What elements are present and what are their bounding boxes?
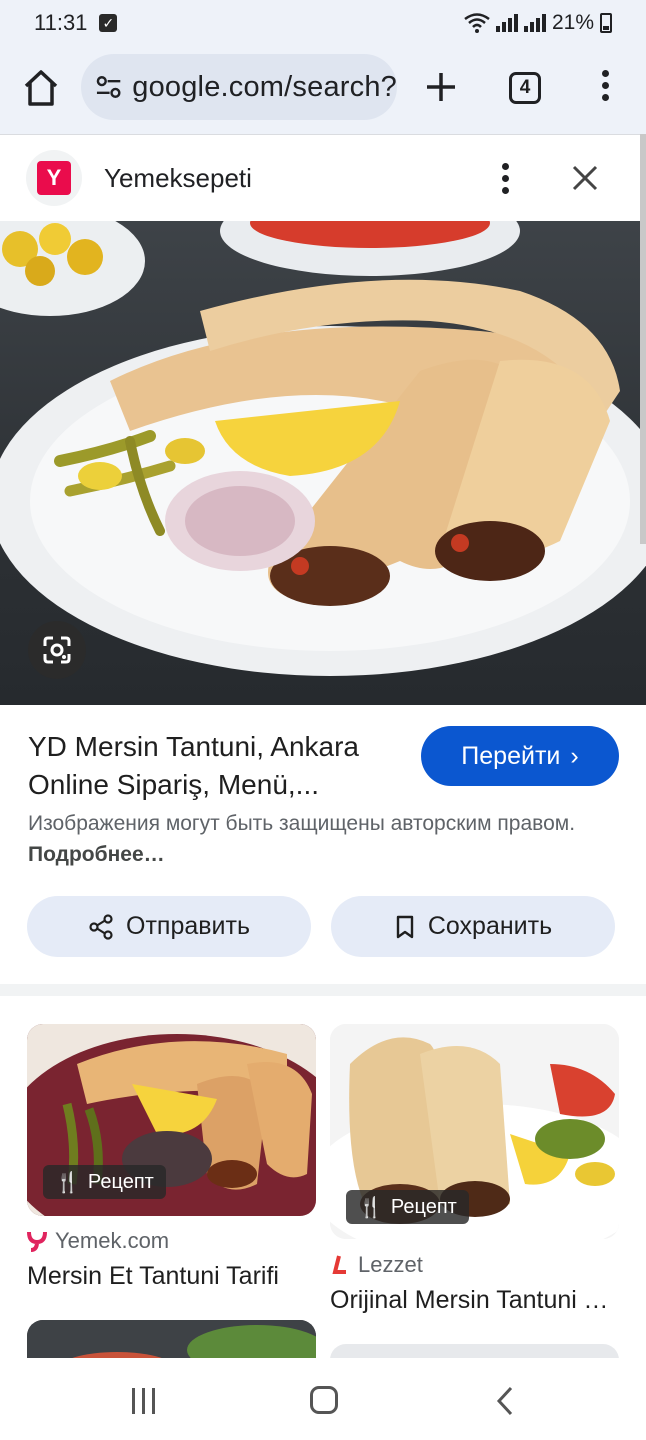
signal-icon-2 (523, 14, 546, 32)
source-logo-letter: Y (37, 161, 71, 195)
yemek-logo-icon (27, 1231, 47, 1252)
related-title-1[interactable]: Mersin Et Tantuni Tarifi (27, 1262, 307, 1291)
close-icon[interactable] (570, 163, 600, 193)
url-text: google.com/search? (132, 70, 397, 103)
browser-toolbar: google.com/search? 4 (0, 46, 646, 134)
source-name[interactable]: Yemeksepeti (104, 163, 252, 194)
scrollbar[interactable] (640, 134, 646, 544)
status-time: 11:31 (34, 10, 88, 35)
status-bar: 11:31 ✓ 21% (0, 0, 646, 46)
signal-icon-1 (495, 14, 518, 32)
copyright-text: Изображения могут быть защищены авторски… (28, 812, 576, 835)
related-title-2[interactable]: Orijinal Mersin Tantuni Tarifi (330, 1286, 610, 1315)
section-divider (0, 984, 646, 996)
tune-icon[interactable] (95, 75, 122, 99)
notification-check-icon: ✓ (99, 14, 118, 32)
save-button[interactable]: Сохранить (331, 896, 615, 957)
back-icon[interactable] (495, 1386, 515, 1416)
related-image-1[interactable]: 🍴 Рецепт (27, 1024, 316, 1216)
recipe-badge-label: Рецепт (390, 1195, 457, 1218)
address-bar[interactable]: google.com/search? (81, 54, 397, 120)
more-vert-icon[interactable] (598, 70, 612, 106)
learn-more-link[interactable]: Подробнее… (28, 843, 165, 866)
home-icon[interactable] (22, 68, 60, 108)
visit-button-label: Перейти (461, 741, 561, 770)
recipe-badge: 🍴 Рецепт (43, 1165, 166, 1199)
copyright-notice: Изображения могут быть защищены авторски… (28, 808, 588, 870)
share-button-label: Отправить (126, 912, 250, 940)
wifi-icon (464, 13, 490, 33)
battery-icon (600, 13, 612, 33)
related-image-2[interactable]: 🍴 Рецепт (330, 1024, 619, 1239)
recipe-badge: 🍴 Рецепт (346, 1190, 469, 1224)
tab-switcher-button[interactable]: 4 (509, 72, 541, 104)
save-button-label: Сохранить (427, 912, 553, 940)
related-source-2[interactable]: Lezzet (330, 1252, 423, 1278)
utensils-icon: 🍴 (358, 1196, 383, 1219)
source-header: Y Yemeksepeti (0, 134, 640, 221)
related-source-name-2: Lezzet (358, 1252, 423, 1277)
result-title[interactable]: YD Mersin Tantuni, Ankara Online Sipariş… (28, 728, 408, 804)
screen: 11:31 ✓ 21% google.com/search? 4 Y Yemek… (0, 0, 646, 1440)
system-navigation-bar (0, 1358, 646, 1440)
google-lens-icon (43, 636, 71, 664)
related-source-name-1: Yemek.com (55, 1228, 170, 1253)
related-source-1[interactable]: Yemek.com (27, 1228, 169, 1254)
lezzet-logo-icon (330, 1254, 350, 1276)
recents-icon[interactable] (130, 1388, 158, 1414)
battery-percent: 21% (551, 11, 594, 34)
share-icon (89, 913, 113, 940)
utensils-icon: 🍴 (55, 1171, 80, 1194)
google-lens-button[interactable] (28, 621, 86, 679)
visit-button[interactable]: Перейти › (421, 726, 619, 786)
plus-icon[interactable] (424, 70, 458, 104)
more-vert-icon[interactable] (500, 163, 510, 197)
bookmark-icon (396, 915, 414, 938)
chevron-right-icon: › (570, 741, 579, 770)
source-logo[interactable]: Y (26, 150, 82, 206)
hero-image[interactable] (0, 221, 646, 705)
nav-home-icon[interactable] (310, 1386, 338, 1414)
share-button[interactable]: Отправить (27, 896, 311, 957)
recipe-badge-label: Рецепт (87, 1170, 154, 1193)
